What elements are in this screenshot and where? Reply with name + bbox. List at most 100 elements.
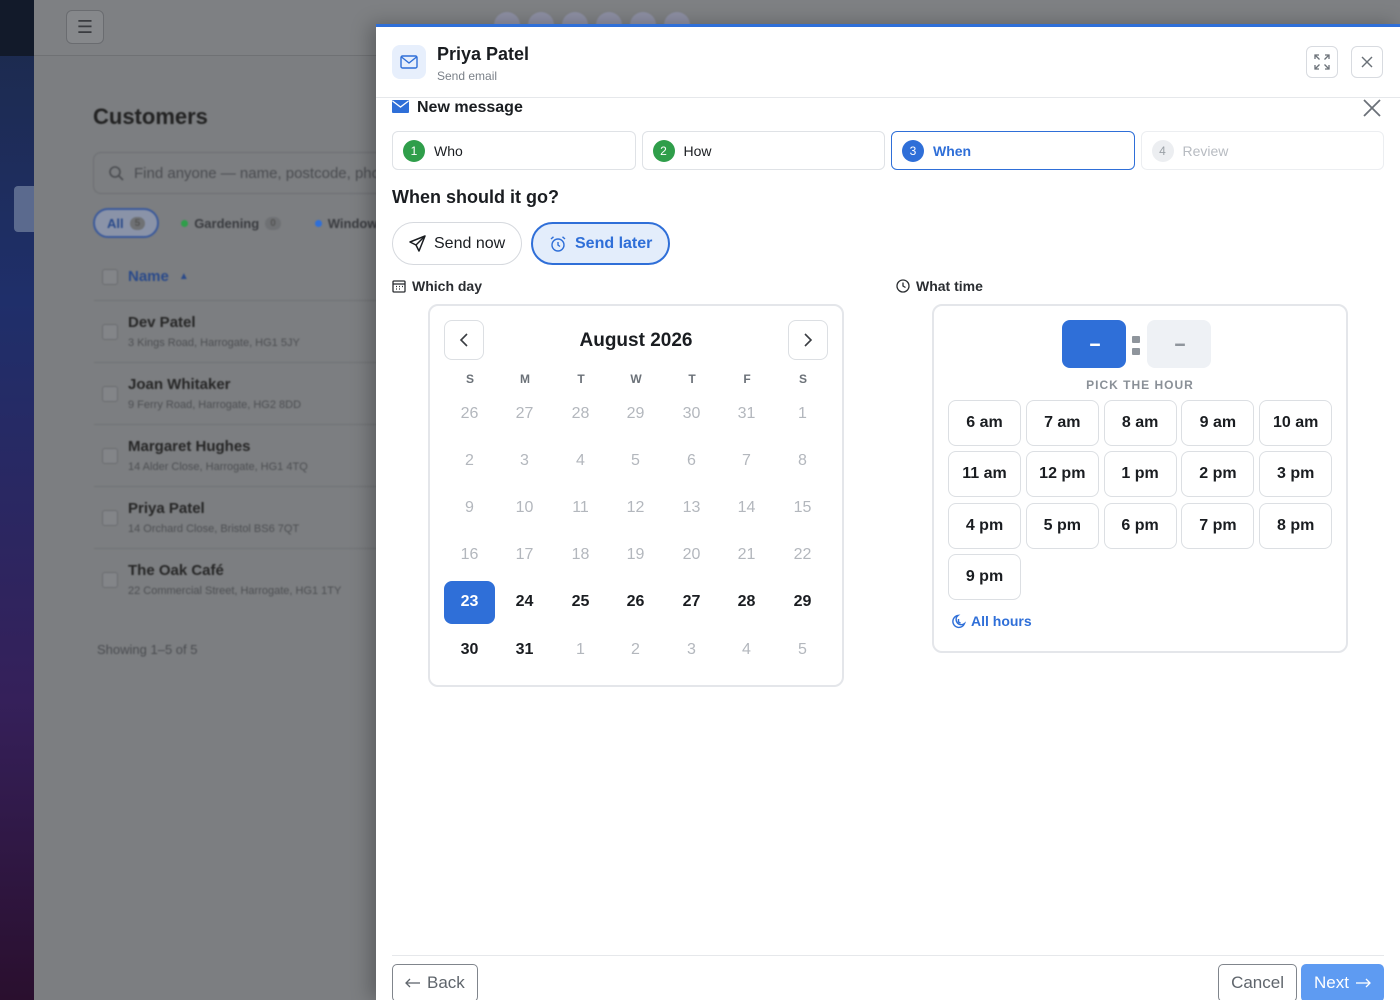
table-row[interactable]: Joan Whitaker 9 Ferry Road, Harrogate, HG… <box>94 362 414 424</box>
calendar: August 2026 S M T W T F S 26 27 28 29 30 31 1 2 3 4 5 6 7 8 9… <box>428 304 844 687</box>
calendar-day: 15 <box>793 498 812 516</box>
hour-option[interactable]: 6 am <box>948 400 1021 446</box>
calendar-day[interactable]: 29 <box>777 581 828 624</box>
what-time-text: What time <box>916 278 983 294</box>
hour-option[interactable]: 9 pm <box>948 553 1021 600</box>
chip-gardening[interactable]: Gardening 0 <box>169 208 293 238</box>
time-separator <box>1131 336 1141 355</box>
sidebar-top <box>0 0 34 56</box>
chip-all[interactable]: All 5 <box>93 208 160 238</box>
hour-option[interactable]: 4 pm <box>948 502 1021 549</box>
customer-address: 14 Alder Close, Harrogate, HG1 4TQ <box>128 461 308 473</box>
arrow-right-icon <box>1356 978 1371 988</box>
hour-option[interactable]: 11 am <box>948 451 1021 498</box>
envelope-icon <box>392 100 409 113</box>
send-now-button[interactable]: Send now <box>392 222 523 265</box>
weekday-header: M <box>520 372 530 386</box>
back-button[interactable]: Back <box>392 964 478 1000</box>
close-message-button[interactable] <box>1360 96 1384 120</box>
calendar-day: 3 <box>687 640 696 658</box>
calendar-day[interactable]: 31 <box>499 628 550 671</box>
customer-address: 3 Kings Road, Harrogate, HG1 5JY <box>128 337 300 349</box>
next-label: Next <box>1314 973 1349 992</box>
calendar-day[interactable]: 25 <box>555 581 606 624</box>
hour-option[interactable]: 10 am <box>1259 400 1333 446</box>
calendar-day[interactable]: 24 <box>499 581 550 624</box>
expand-button[interactable] <box>1306 46 1338 78</box>
hour-option[interactable]: 12 pm <box>1025 451 1099 498</box>
table-row[interactable]: Dev Patel 3 Kings Road, Harrogate, HG1 5J… <box>94 300 414 362</box>
cancel-button[interactable]: Cancel <box>1218 964 1297 1000</box>
step-who[interactable]: 1 Who <box>392 131 636 170</box>
next-month-button[interactable] <box>788 320 828 360</box>
alarm-clock-icon <box>550 235 566 252</box>
close-panel-button[interactable] <box>1351 46 1383 78</box>
which-day-text: Which day <box>412 278 483 294</box>
panel-subtitle: Send email <box>437 69 498 83</box>
hour-display[interactable]: -- <box>1062 320 1126 368</box>
when-question: When should it go? <box>392 187 559 207</box>
calendar-day: 5 <box>798 640 807 658</box>
table-row[interactable]: Margaret Hughes 14 Alder Close, Harrogate… <box>94 424 414 486</box>
menu-button[interactable]: ☰ <box>66 10 104 44</box>
select-all-checkbox[interactable] <box>102 268 118 285</box>
new-message-title: New message <box>417 99 523 116</box>
search-placeholder: Find anyone — name, postcode, phone <box>134 164 397 182</box>
calendar-day: 27 <box>515 404 534 422</box>
clock-icon <box>896 279 910 293</box>
hour-option[interactable]: 1 pm <box>1103 451 1177 498</box>
expand-icon <box>1314 54 1330 70</box>
chip-label: All <box>107 215 124 231</box>
hour-option[interactable]: 2 pm <box>1181 451 1255 498</box>
step-label: Who <box>434 142 463 159</box>
row-checkbox[interactable] <box>102 571 118 588</box>
table-row[interactable]: The Oak Café 22 Commercial Street, Harrog… <box>94 548 414 610</box>
calendar-day: 29 <box>626 404 645 422</box>
calendar-day: 20 <box>682 546 701 564</box>
minute-display[interactable]: -- <box>1147 320 1211 368</box>
hour-option[interactable]: 8 pm <box>1259 502 1333 549</box>
weekday-header: S <box>465 372 474 386</box>
calendar-day[interactable]: 28 <box>721 581 772 624</box>
calendar-day[interactable]: 27 <box>666 581 717 624</box>
column-name[interactable]: Name <box>128 268 169 285</box>
hamburger-icon: ☰ <box>76 16 94 37</box>
search-input[interactable]: Find anyone — name, postcode, phone <box>93 152 423 194</box>
hour-option[interactable]: 5 pm <box>1025 502 1099 549</box>
step-review: 4 Review <box>1140 131 1384 170</box>
new-message-header: New message <box>392 99 1384 123</box>
calendar-icon <box>392 280 406 293</box>
weekday-header: S <box>798 372 807 386</box>
calendar-day: 4 <box>576 451 585 469</box>
hour-option[interactable]: 9 am <box>1181 400 1255 446</box>
all-hours-label: All hours <box>971 613 1032 629</box>
step-how[interactable]: 2 How <box>641 131 885 170</box>
hour-option[interactable]: 8 am <box>1103 400 1177 446</box>
calendar-day: 14 <box>737 498 756 516</box>
panel-header: Priya Patel Send email <box>376 27 1400 98</box>
hour-option[interactable]: 6 pm <box>1103 502 1177 549</box>
calendar-day: 10 <box>515 498 534 516</box>
hour-option[interactable]: 3 pm <box>1259 451 1333 498</box>
table-row[interactable]: Priya Patel 14 Orchard Close, Bristol BS6… <box>94 486 414 548</box>
row-checkbox[interactable] <box>102 323 118 340</box>
row-checkbox[interactable] <box>102 447 118 464</box>
next-button[interactable]: Next <box>1301 964 1384 1000</box>
hour-option[interactable]: 7 am <box>1025 400 1099 446</box>
sidebar-active-item[interactable] <box>14 186 34 232</box>
send-later-button[interactable]: Send later <box>531 222 671 265</box>
row-checkbox[interactable] <box>102 509 118 526</box>
weekday-header: W <box>630 372 642 386</box>
customer-address: 14 Orchard Close, Bristol BS6 7QT <box>128 523 300 535</box>
row-checkbox[interactable] <box>102 385 118 402</box>
calendar-day: 13 <box>682 498 701 516</box>
all-hours-button[interactable]: All hours <box>952 613 1032 629</box>
customer-name: The Oak Café <box>128 562 224 579</box>
calendar-day[interactable]: 26 <box>610 581 661 624</box>
hour-option[interactable]: 7 pm <box>1181 502 1255 549</box>
calendar-day-selected[interactable]: 23 <box>444 580 495 624</box>
calendar-day[interactable]: 30 <box>444 628 495 671</box>
step-when[interactable]: 3 When <box>891 131 1135 170</box>
calendar-day: 17 <box>515 546 534 564</box>
close-icon <box>1361 56 1373 68</box>
